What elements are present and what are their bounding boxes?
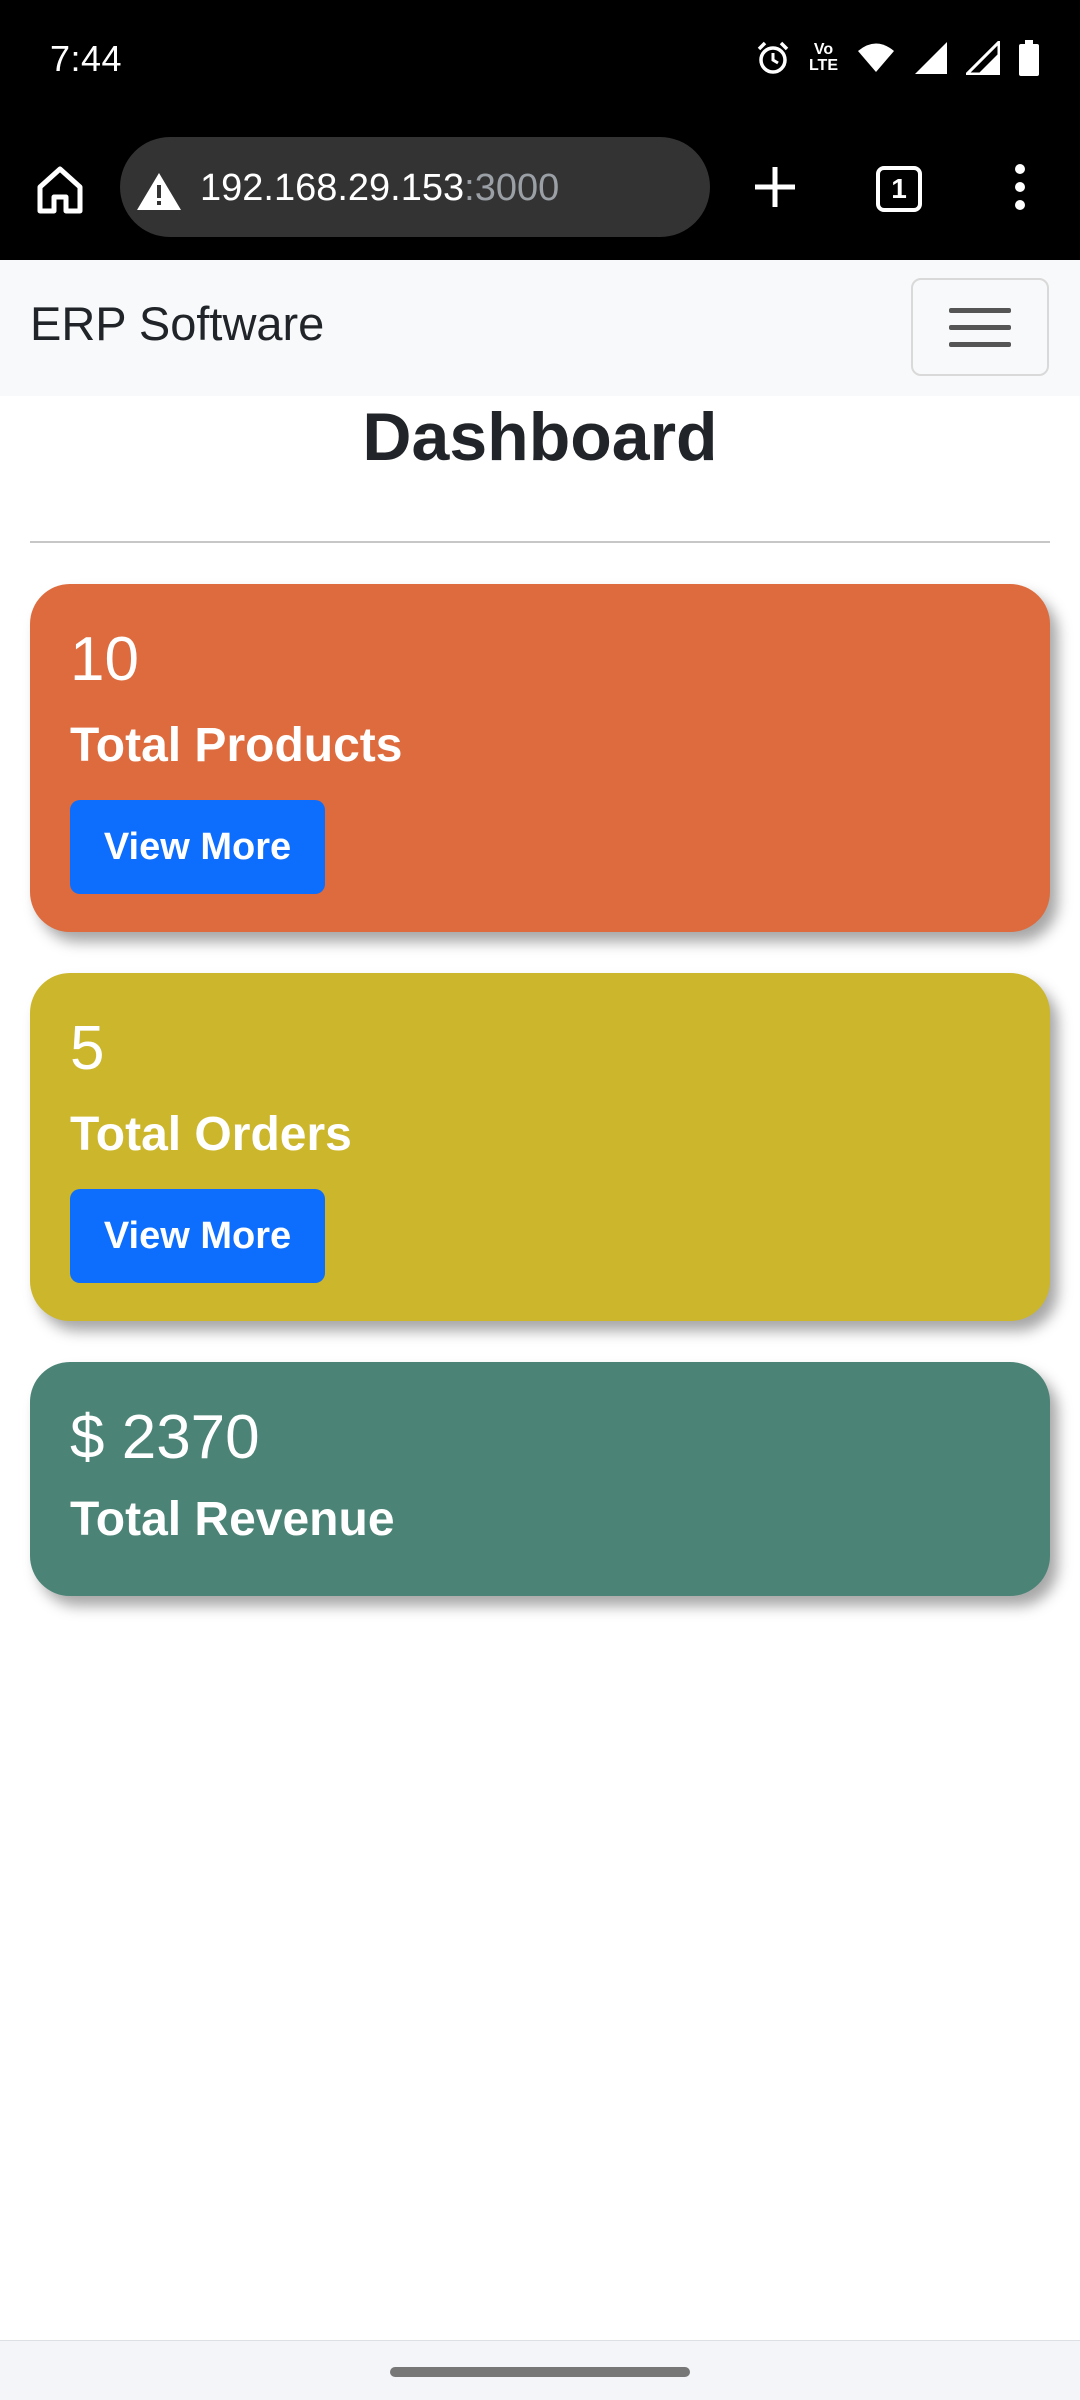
signal-icon xyxy=(966,41,1000,75)
gesture-handle[interactable] xyxy=(390,2367,690,2377)
total-revenue-card: $ 2370 Total Revenue xyxy=(30,1362,1050,1596)
warning-icon[interactable] xyxy=(136,171,182,211)
navbar: ERP Software xyxy=(0,260,1080,396)
browser-toolbar: 192.168.29.153:3000 1 xyxy=(0,126,1080,260)
view-more-orders-button[interactable]: View More xyxy=(70,1189,325,1283)
card-value: 10 xyxy=(70,625,139,694)
plus-icon[interactable] xyxy=(745,157,805,217)
status-icons: Vo LTE xyxy=(755,40,1040,76)
volte-icon: Vo LTE xyxy=(808,41,838,74)
view-more-products-button[interactable]: View More xyxy=(70,800,325,894)
card-label: Total Revenue xyxy=(70,1493,395,1546)
card-label: Total Orders xyxy=(70,1108,352,1161)
navbar-toggler-button[interactable] xyxy=(911,278,1049,376)
card-label: Total Products xyxy=(70,719,403,772)
card-value: $ 2370 xyxy=(70,1403,260,1472)
more-vert-icon[interactable] xyxy=(1000,157,1040,217)
home-icon[interactable] xyxy=(30,159,90,219)
signal-icon xyxy=(915,42,947,74)
alarm-icon xyxy=(757,41,789,74)
total-orders-card: 5 Total Orders View More xyxy=(30,973,1050,1321)
url-text: 192.168.29.153:3000 xyxy=(200,167,559,210)
url-port: :3000 xyxy=(464,167,560,209)
system-navigation-bar xyxy=(0,2340,1080,2400)
status-time: 7:44 xyxy=(50,38,123,79)
card-value: 5 xyxy=(70,1014,105,1083)
hamburger-icon xyxy=(949,324,1011,330)
hamburger-icon xyxy=(949,307,1011,313)
navbar-brand[interactable]: ERP Software xyxy=(30,296,324,351)
tabs-icon[interactable]: 1 xyxy=(876,166,922,212)
url-host: 192.168.29.153 xyxy=(200,167,465,209)
hamburger-icon xyxy=(949,341,1011,347)
tab-count: 1 xyxy=(891,173,907,204)
divider xyxy=(30,541,1050,543)
wifi-icon xyxy=(858,43,894,72)
battery-icon xyxy=(1019,40,1039,76)
status-bar: 7:44 Vo LTE xyxy=(0,0,1080,126)
address-bar[interactable]: 192.168.29.153:3000 xyxy=(120,137,710,237)
total-products-card: 10 Total Products View More xyxy=(30,584,1050,932)
page-title: Dashboard xyxy=(362,399,718,475)
